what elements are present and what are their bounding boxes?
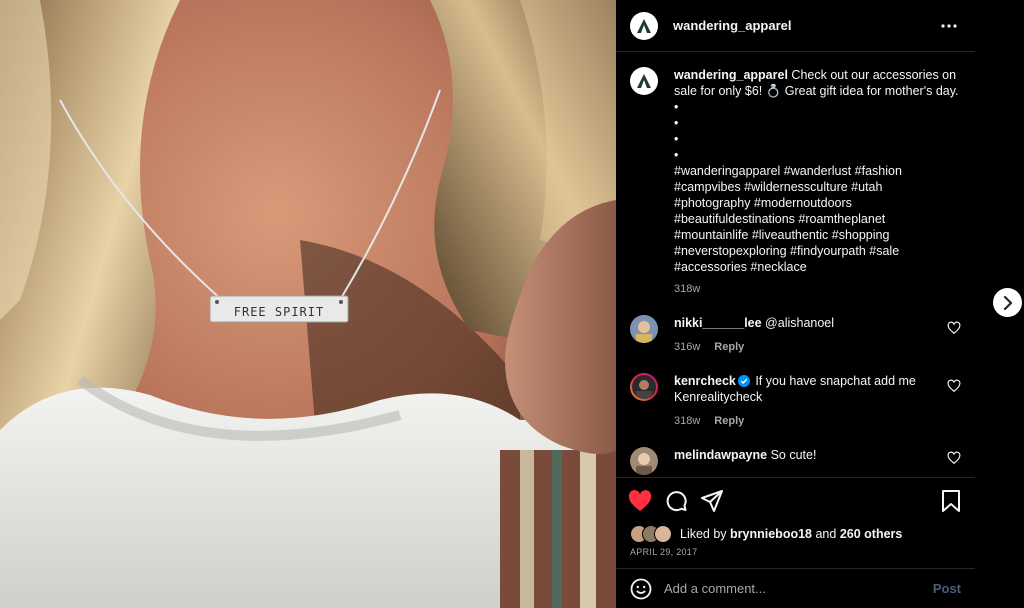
comment-text: @alishanoel [761,316,835,330]
share-button[interactable] [700,489,724,513]
caption-text: wandering_apparel Check out our accessor… [674,67,961,115]
verified-badge-icon [737,375,750,387]
commenter-avatar[interactable] [630,447,658,475]
comment-text: So cute! [767,448,817,462]
post-comment-button[interactable]: Post [933,581,961,596]
like-comment-heart-icon[interactable] [947,451,961,465]
tent-logo-icon [637,18,651,33]
like-button[interactable] [628,489,652,513]
post-actions: Liked by brynnieboo18 and 260 others Apr… [616,477,975,567]
necklace-photo-illustration: FREE SPIRIT [0,0,616,608]
likes-summary: Liked by brynnieboo18 and 260 others [616,524,975,544]
tent-logo-icon [637,74,651,88]
comment-age: 316w [674,341,701,353]
caption-age: 318w [674,283,701,295]
liker-avatar [654,525,672,543]
comment-input[interactable] [664,581,904,596]
commenter-avatar[interactable] [630,373,658,401]
post-date[interactable]: April 29, 2017 [616,544,975,557]
caption-username[interactable]: wandering_apparel [674,68,788,82]
likes-and: and [812,527,840,541]
caption: wandering_apparel Check out our accessor… [630,67,961,297]
like-comment-heart-icon[interactable] [947,321,961,335]
comment-button[interactable] [664,489,688,513]
liker-username[interactable]: brynnieboo18 [730,527,812,541]
pendant-engraving: FREE SPIRIT [234,305,324,319]
more-options-button[interactable] [937,14,961,38]
post-photo[interactable]: FREE SPIRIT [0,0,616,608]
liker-avatars [630,525,676,543]
comment-username[interactable]: kenrcheck [674,374,736,388]
comment-item: kenrcheck If you have snapchat add me Ke… [630,373,961,429]
avatar-photo-icon [630,447,658,475]
comment-username[interactable]: melindawpayne [674,448,767,462]
avatar-photo-icon [630,315,658,343]
caption-avatar[interactable] [630,67,658,95]
comment-item: melindawpayne So cute! [630,447,961,475]
bookmark-icon [942,490,960,512]
add-comment-bar: Post [616,568,975,608]
next-post-button[interactable] [993,288,1022,317]
comment-age: 318w [674,415,701,427]
comment-item: nikki______lee @alishanoel 316w Reply [630,315,961,355]
caption-dot: • [674,132,679,146]
likes-prefix: Liked by [680,527,731,541]
comments-section[interactable]: wandering_apparel Check out our accessor… [616,53,975,476]
post-details-panel: wandering_apparel wandering_apparel Chec… [616,0,975,608]
comment-username[interactable]: nikki______lee [674,316,762,330]
avatar-photo-icon [632,375,656,399]
save-button[interactable] [939,489,963,513]
header-username[interactable]: wandering_apparel [673,18,791,33]
reply-button[interactable]: Reply [714,341,744,353]
post-header: wandering_apparel [616,0,975,52]
emoji-icon[interactable] [630,578,652,600]
caption-dot: • [674,116,679,130]
comment-icon [666,491,687,512]
like-comment-heart-icon[interactable] [947,379,961,393]
more-options-icon [941,23,957,28]
chevron-right-icon [1003,295,1012,310]
profile-avatar[interactable] [630,11,658,40]
commenter-avatar[interactable] [630,315,658,343]
heart-filled-icon [628,490,652,511]
share-icon [701,490,723,512]
caption-dot: • [674,148,679,162]
likes-others-link[interactable]: 260 others [840,527,903,541]
reply-button[interactable]: Reply [714,415,744,427]
caption-hashtags[interactable]: #wanderingapparel #wanderlust #fashion #… [674,163,961,275]
